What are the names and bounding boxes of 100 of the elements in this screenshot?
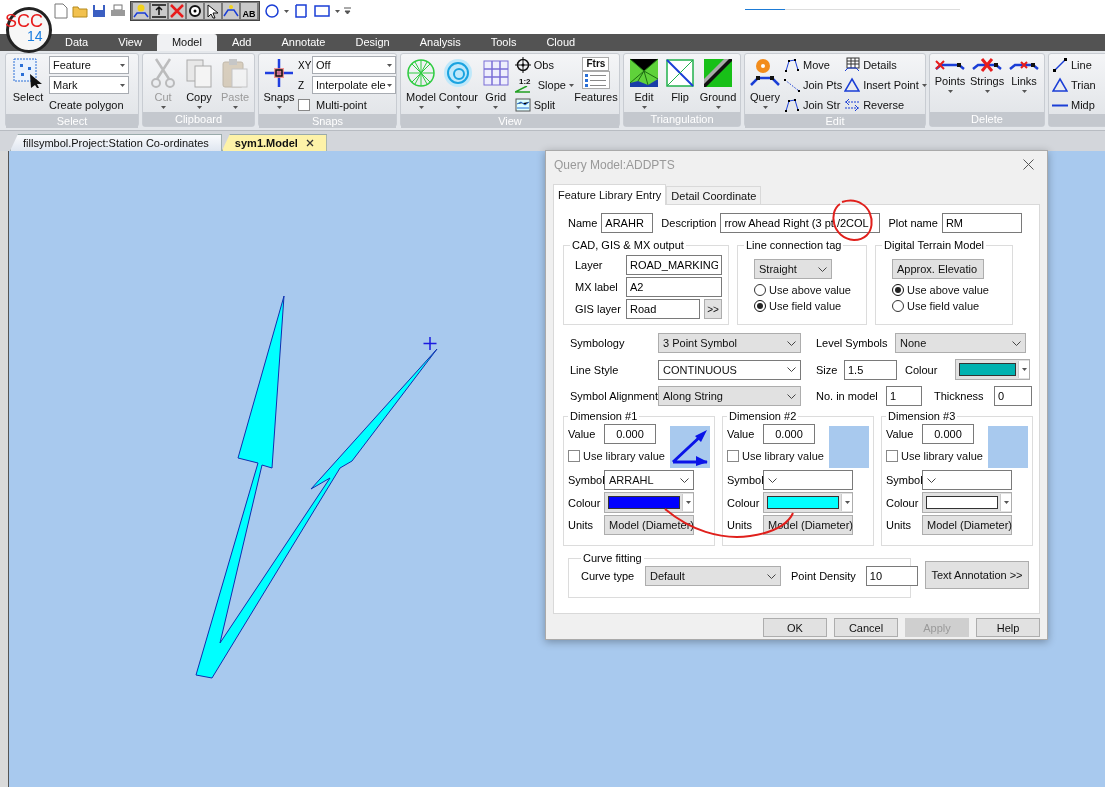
dropdown[interactable]: Approx. Elevatio	[892, 259, 984, 279]
ribbon-button[interactable]: Select	[9, 56, 47, 114]
ribbon-button[interactable]: Contour	[440, 56, 477, 114]
radio-button[interactable]	[754, 299, 766, 312]
cursor-icon[interactable]	[205, 3, 221, 19]
ribbon-button[interactable]: Links	[1007, 56, 1041, 112]
ribbon-combo[interactable]: Interpolate ele	[312, 76, 396, 94]
radio-button[interactable]	[892, 283, 904, 296]
dropdown[interactable]	[763, 470, 853, 490]
colour-picker[interactable]	[955, 359, 1030, 380]
size-field[interactable]: 1.5	[844, 359, 897, 380]
close-icon[interactable]	[305, 139, 314, 147]
dropdown[interactable]: Model (Diameter)	[922, 515, 1012, 535]
close-icon[interactable]	[1023, 159, 1034, 170]
count-field[interactable]: 1	[886, 386, 922, 406]
checkbox[interactable]: Use library value	[727, 448, 824, 464]
menu-tab[interactable]: Tools	[475, 34, 532, 51]
colour-picker[interactable]	[922, 492, 1012, 513]
point-query-icon[interactable]	[133, 3, 149, 19]
checkbox[interactable]: Use library value	[886, 448, 983, 464]
dialog-tab[interactable]: Detail Coordinate	[666, 186, 762, 204]
text-field[interactable]: ROAD_MARKING	[626, 255, 722, 275]
ribbon-button[interactable]: Move	[784, 56, 843, 74]
dialog-button[interactable]: OK	[763, 618, 827, 637]
ribbon-button[interactable]: Details	[844, 56, 927, 74]
dropdown[interactable]: 3 Point Symbol	[658, 333, 801, 353]
description-field[interactable]: rrow Ahead Right (3 pt /2COL	[720, 213, 881, 233]
dialog-button[interactable]: Help	[976, 618, 1040, 637]
ribbon-button[interactable]: Obs	[514, 56, 574, 74]
dialog-tab[interactable]: Feature Library Entry	[553, 184, 667, 205]
level-icon[interactable]	[151, 3, 167, 19]
text-annotation-button[interactable]: Text Annotation >>	[925, 561, 1029, 589]
ribbon-button[interactable]: Strings	[969, 56, 1005, 112]
text-field[interactable]: Road	[626, 299, 700, 319]
plot-name-field[interactable]: RM	[941, 213, 1022, 233]
ribbon-button[interactable]: Insert Point	[844, 76, 927, 94]
radio-option[interactable]: Use above value	[892, 282, 989, 297]
ribbon-button[interactable]: Snaps	[262, 56, 296, 114]
ribbon-button[interactable]: Model	[404, 56, 438, 114]
dropdown[interactable]: Along String	[658, 386, 801, 406]
print-icon[interactable]	[110, 4, 126, 18]
radio-option[interactable]: Use above value	[754, 282, 851, 297]
checkbox[interactable]: Use library value	[568, 448, 665, 464]
radio-option[interactable]: Use field value	[754, 298, 842, 313]
ribbon-button[interactable]: Flip	[663, 56, 697, 112]
radio-button[interactable]	[892, 299, 904, 312]
dropdown[interactable]: Straight	[754, 259, 832, 279]
ribbon-button[interactable]: Edit	[627, 56, 661, 112]
name-field[interactable]: ARAHR	[601, 213, 654, 233]
ribbon-button[interactable]: Ground	[699, 56, 737, 112]
colour-picker[interactable]	[604, 492, 694, 513]
ribbon-button[interactable]: 1:2 Slope	[514, 76, 574, 94]
dropdown[interactable]: Default	[645, 566, 781, 586]
radio-button[interactable]	[754, 283, 766, 296]
radio-option[interactable]: Use field value	[892, 298, 980, 313]
menu-tab[interactable]: Analysis	[404, 34, 476, 51]
ribbon-button[interactable]: Midp	[1052, 96, 1096, 114]
browse-button[interactable]: >>	[704, 299, 722, 319]
thickness-field[interactable]: 0	[994, 386, 1032, 406]
ribbon-button[interactable]: Ftrs Features	[575, 56, 616, 114]
colour-picker[interactable]	[763, 492, 853, 513]
string-icon[interactable]	[223, 3, 239, 19]
dropdown[interactable]	[922, 470, 1012, 490]
ribbon-button[interactable]: Copy	[182, 56, 216, 112]
dropdown[interactable]: None	[895, 333, 1026, 353]
menu-tab[interactable]: Add	[216, 34, 267, 51]
ribbon-button[interactable]: Grid	[478, 56, 513, 114]
ribbon-button[interactable]: Line	[1052, 56, 1096, 74]
document-tab[interactable]: fillsymbol.Project:Station Co-ordinates	[10, 134, 222, 151]
menu-tab[interactable]: Design	[340, 34, 405, 51]
rectangle-icon[interactable]	[313, 3, 331, 19]
menu-tab[interactable]: Cloud	[531, 34, 591, 51]
value-field[interactable]: 0.000	[922, 424, 974, 444]
ribbon-button[interactable]: Join Pts	[784, 76, 843, 94]
menu-tab[interactable]: Data	[50, 34, 104, 51]
text-icon[interactable]: AB	[241, 3, 257, 19]
text-field[interactable]: A2	[626, 277, 722, 297]
ribbon-button[interactable]: Create polygon	[49, 96, 129, 114]
new-file-icon[interactable]	[54, 3, 68, 19]
dialog-button[interactable]: Cancel	[834, 618, 898, 637]
dropdown[interactable]: ARRAHL	[604, 470, 694, 490]
ribbon-button[interactable]: Join Str	[784, 96, 843, 114]
ribbon-combo[interactable]: Off	[312, 56, 396, 74]
ribbon-combo[interactable]: Feature	[49, 56, 129, 74]
point-density-field[interactable]: 10	[865, 566, 918, 586]
ribbon-checkbox[interactable]: Multi-point	[298, 96, 396, 114]
ribbon-button[interactable]: Points	[933, 56, 967, 112]
ribbon-button[interactable]: Reverse	[844, 96, 927, 114]
ribbon-combo[interactable]: Mark	[49, 76, 129, 94]
ribbon-button[interactable]: Split	[514, 96, 574, 114]
ribbon-button[interactable]: Trian	[1052, 76, 1096, 94]
circle-icon[interactable]	[264, 3, 280, 19]
menu-tab[interactable]: Annotate	[266, 34, 341, 51]
target-icon[interactable]	[187, 3, 203, 19]
customize-icon[interactable]	[344, 7, 351, 15]
value-field[interactable]: 0.000	[604, 424, 656, 444]
dropdown[interactable]: CONTINUOUS	[658, 359, 801, 380]
menu-tab[interactable]: Model	[156, 34, 217, 51]
menu-tab[interactable]: View	[103, 34, 157, 51]
value-field[interactable]: 0.000	[763, 424, 815, 444]
